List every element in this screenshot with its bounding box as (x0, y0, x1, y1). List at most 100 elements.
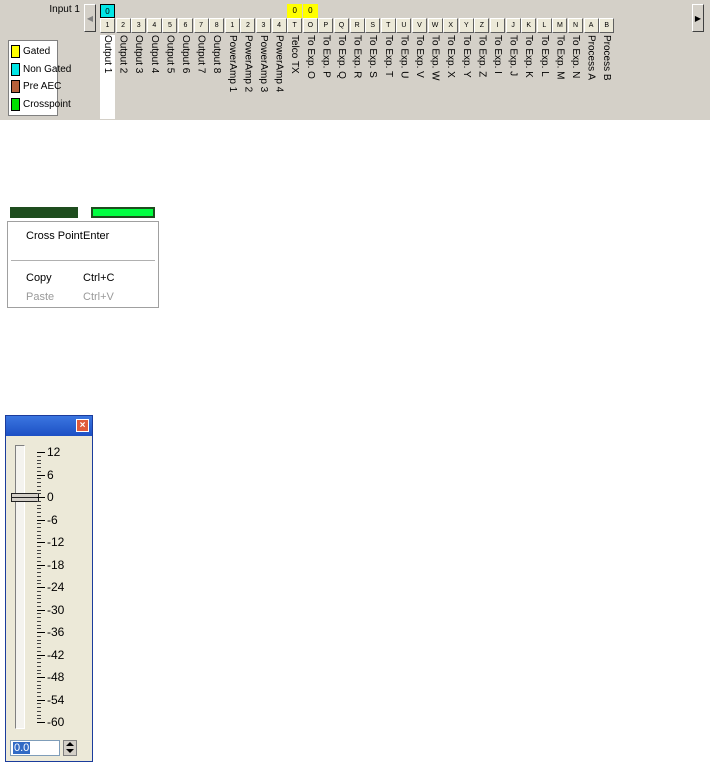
column-button[interactable]: Q (334, 18, 349, 33)
scale-minor-tick (37, 673, 41, 675)
menu-item-copy[interactable]: Copy (26, 272, 52, 284)
column-button[interactable]: N (568, 18, 583, 33)
spin-down-icon[interactable] (66, 749, 74, 753)
column-button[interactable]: W (427, 18, 443, 33)
column-button[interactable]: J (505, 18, 521, 33)
menu-separator (11, 260, 155, 261)
column-label: To Exp. M (554, 35, 566, 80)
crosspoint-value[interactable]: 0 (287, 4, 303, 18)
column-button[interactable]: 4 (271, 18, 287, 33)
column-button[interactable]: A (583, 18, 599, 33)
column-button[interactable]: T (287, 18, 303, 33)
scroll-left-button[interactable]: ◀ (84, 4, 96, 32)
column-button[interactable]: K (521, 18, 537, 33)
scale-label: 12 (47, 445, 61, 459)
column-button[interactable]: 3 (256, 18, 271, 33)
column-button[interactable]: 7 (193, 18, 209, 33)
scale-label: 6 (47, 467, 54, 482)
column-button[interactable]: 5 (162, 18, 178, 33)
menu-shortcut-enter: Enter (83, 230, 110, 242)
column-label: Process A (585, 35, 597, 81)
scroll-right-button[interactable]: ▶ (692, 4, 704, 32)
scale-tick (37, 699, 45, 701)
column-label: PowerAmp 2 (242, 35, 254, 93)
menu-item-cross-point[interactable]: Cross Point (26, 230, 83, 242)
scale-minor-tick (37, 583, 41, 585)
level-input[interactable]: 0.0 (10, 740, 60, 756)
scale-minor-tick (37, 527, 41, 528)
column-button[interactable]: V (412, 18, 427, 33)
column-button[interactable]: 3 (131, 18, 147, 33)
fader-knob[interactable] (11, 493, 39, 502)
column-label: To Exp. N (570, 35, 581, 79)
scale-minor-tick (37, 512, 41, 513)
column-button[interactable]: Y (458, 18, 474, 33)
column-button[interactable]: B (599, 18, 615, 33)
scale-minor-tick (37, 594, 41, 596)
column-button[interactable]: 1 (100, 18, 115, 33)
scale-minor-tick (37, 545, 41, 547)
level-spinner[interactable] (63, 740, 77, 756)
column-button[interactable]: 4 (146, 18, 162, 33)
column-button[interactable]: M (552, 18, 568, 33)
column-button[interactable]: Z (474, 18, 490, 33)
column-button[interactable]: L (536, 18, 552, 33)
scale-minor-tick (37, 639, 41, 641)
scale-minor-tick (37, 703, 41, 705)
column-button[interactable]: P (318, 18, 334, 33)
scale-minor-tick (37, 572, 41, 573)
scale-minor-tick (37, 557, 41, 558)
column-label: To Exp. S (367, 35, 379, 78)
close-button[interactable]: × (76, 419, 89, 432)
scale-tick (37, 677, 45, 678)
column-button[interactable]: 8 (209, 18, 225, 33)
column-label: Telco TX (289, 35, 301, 74)
column-label: Output 1 (100, 35, 115, 119)
column-button[interactable]: U (396, 18, 412, 33)
legend: Gated Non Gated Pre AEC Crosspoint (8, 40, 71, 116)
scale-label: -24 (47, 580, 65, 594)
scale-minor-tick (37, 662, 41, 663)
scale-label: -60 (47, 715, 65, 729)
column-button[interactable]: R (349, 18, 365, 33)
scale-minor-tick (37, 489, 41, 491)
column-button[interactable]: O (302, 18, 318, 33)
scale-minor-tick (37, 617, 41, 618)
column-button[interactable]: X (443, 18, 459, 33)
scale-minor-tick (37, 628, 41, 630)
scale-minor-tick (37, 714, 41, 716)
column-label: Output 6 (180, 35, 191, 74)
scale-tick (37, 497, 45, 498)
scale-minor-tick (37, 620, 41, 622)
scale-tick (37, 564, 45, 566)
column-label: Output 7 (195, 35, 207, 74)
column-button[interactable]: 2 (115, 18, 131, 33)
column-button[interactable]: T (380, 18, 396, 33)
spin-up-icon[interactable] (66, 742, 74, 746)
scale-label: 0 (47, 490, 54, 504)
column-label: To Exp. Z (476, 35, 488, 78)
legend-label: Gated (23, 46, 51, 58)
column-label: To Exp. O (304, 35, 316, 79)
crosspoint-value[interactable]: 0 (302, 4, 318, 18)
scale-minor-tick (37, 718, 41, 720)
column-label: To Exp. W (429, 35, 441, 81)
column-button[interactable]: S (365, 18, 381, 33)
legend-label: Crosspoint (23, 98, 71, 110)
arrow-left-icon: ◀ (86, 13, 94, 23)
crosspoint-cell-dark[interactable] (10, 207, 78, 218)
scale-minor-tick (37, 602, 41, 603)
scale-tick (37, 609, 45, 611)
scale-minor-tick (37, 538, 41, 540)
scale-tick (37, 519, 45, 521)
scale-label: -6 (47, 512, 58, 527)
scale-tick (37, 722, 45, 723)
column-button[interactable]: 2 (240, 18, 256, 33)
column-button[interactable]: 1 (224, 18, 240, 33)
crosspoint-cell-active[interactable] (91, 207, 155, 218)
fader-track[interactable] (15, 445, 25, 729)
column-button[interactable]: 6 (178, 18, 193, 33)
column-button[interactable]: I (490, 18, 505, 33)
crosspoint-matrix: Input 1 Gated Non Gated Pre AEC Crosspoi… (0, 0, 710, 120)
crosspoint-value[interactable]: 0 (100, 4, 115, 18)
